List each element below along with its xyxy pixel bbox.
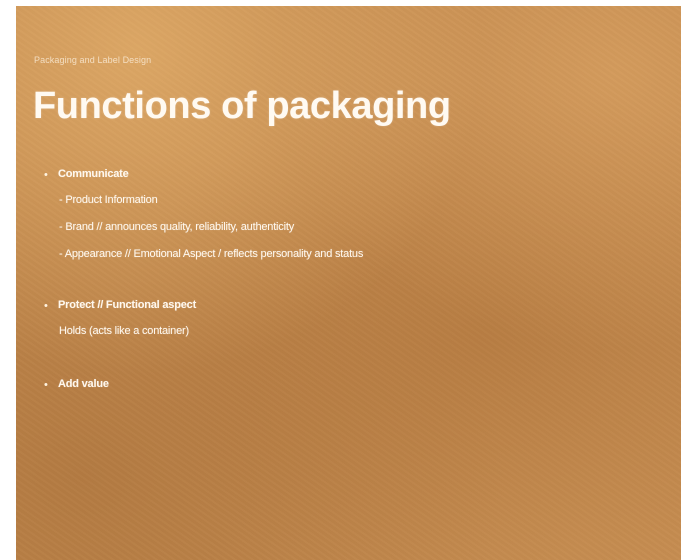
slide: Packaging and Label Design Functions of … [16, 6, 681, 560]
bullet-heading-protect: Protect // Functional aspect [58, 299, 197, 311]
slide-subtitle: Packaging and Label Design [34, 55, 152, 65]
bullet-heading-add-value: Add value [58, 378, 109, 390]
sub-item-holds: Holds (acts like a container) [59, 325, 189, 337]
bullet-marker: • [44, 300, 48, 312]
bullet-marker: • [44, 379, 48, 391]
slide-title: Functions of packaging [33, 85, 451, 127]
sub-item-appearance: - Appearance // Emotional Aspect / refle… [59, 248, 364, 260]
bullet-heading-communicate: Communicate [58, 168, 129, 180]
bullet-marker: • [44, 169, 48, 181]
sub-item-product-information: - Product Information [59, 194, 158, 206]
sub-item-brand: - Brand // announces quality, reliabilit… [59, 221, 295, 233]
